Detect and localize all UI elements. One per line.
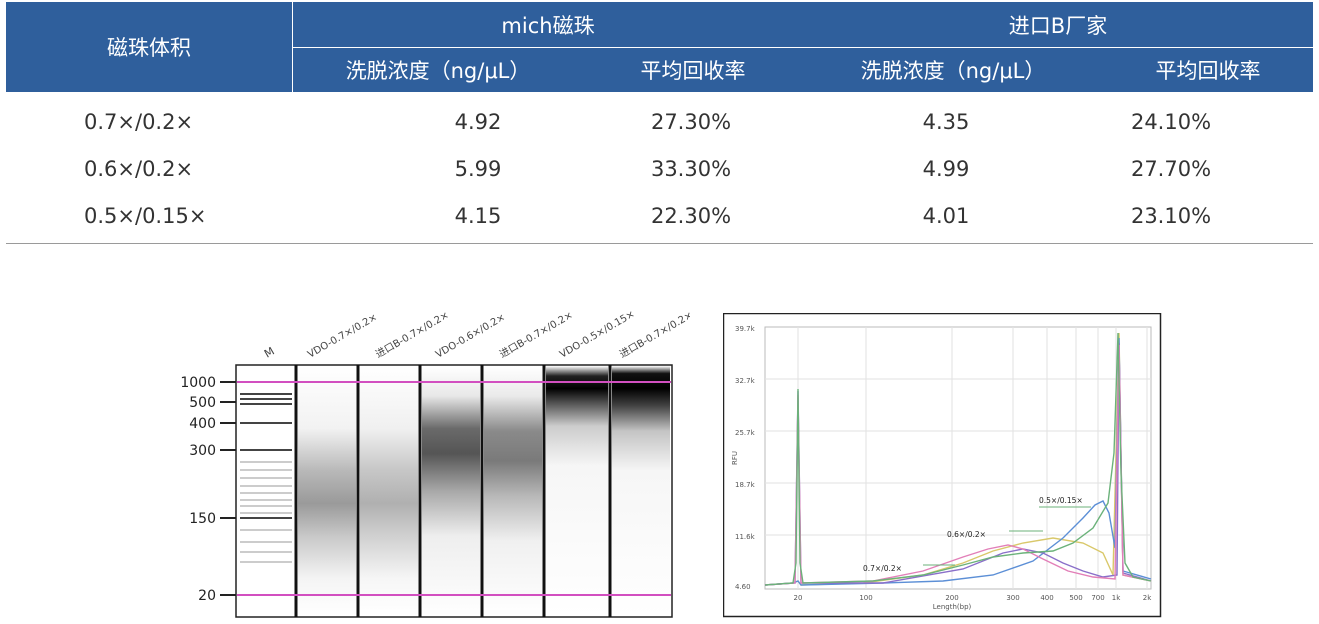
cell-import-conc: 4.01 [922, 203, 970, 228]
ep-x-tick: 1k [1112, 594, 1121, 602]
gel-lane-label: M [262, 345, 277, 361]
ep-x-tick: 2k [1143, 594, 1152, 602]
ep-annotation-05: 0.5×/0.15× [1039, 496, 1083, 505]
ep-y-label: RFU [731, 451, 739, 465]
cell-import-recovery: 24.10% [1130, 109, 1212, 134]
ep-x-label: Length(bp) [933, 603, 972, 611]
cell-volume: 0.5×/0.15× [84, 203, 207, 228]
gel-lane [484, 366, 542, 616]
ep-y-tick: 25.7k [735, 429, 756, 437]
ep-x-tick: 400 [1040, 594, 1053, 602]
table-header: 磁珠体积 mich磁珠 进口B厂家 洗脱浓度（ng/μL） 平均回收率 洗脱浓度… [6, 2, 1313, 92]
gel-lane [422, 366, 480, 616]
gel-size-label: 20 [198, 588, 216, 604]
cell-import-conc: 4.99 [922, 156, 970, 181]
gel-lane [612, 366, 670, 616]
gel-size-label: 500 [189, 395, 216, 411]
cell-mich-recovery: 33.30% [650, 156, 732, 181]
table-row: 0.5×/0.15× 4.15 22.30% 4.01 23.10% [6, 192, 1313, 239]
ep-y-tick: 18.7k [735, 481, 756, 489]
gel-image: M VDO-0.7×/0.2× 进口B-0.7×/0.2× VDO-0.6×/0… [170, 290, 695, 620]
cell-volume: 0.6×/0.2× [84, 156, 194, 181]
header-mich-conc: 洗脱浓度（ng/μL） [345, 59, 531, 83]
gel-lane [298, 366, 356, 616]
cell-mich-conc: 5.99 [454, 156, 502, 181]
gel-lane [360, 366, 418, 616]
cell-mich-recovery: 27.30% [650, 109, 732, 134]
recovery-table: 磁珠体积 mich磁珠 进口B厂家 洗脱浓度（ng/μL） 平均回收率 洗脱浓度… [6, 2, 1313, 239]
table-row: 0.7×/0.2× 4.92 27.30% 4.35 24.10% [6, 98, 1313, 145]
cell-import-recovery: 27.70% [1130, 156, 1212, 181]
ep-x-tick: 200 [945, 594, 958, 602]
header-mich-recovery: 平均回收率 [640, 59, 746, 83]
gel-size-label: 400 [189, 416, 216, 432]
ep-y-tick: 11.6k [735, 533, 756, 541]
ep-annotation-07: 0.7×/0.2× [863, 564, 902, 573]
gel-size-label: 150 [189, 511, 216, 527]
cell-import-recovery: 23.10% [1130, 203, 1212, 228]
electropherogram: 39.7k 32.7k 25.7k 18.7k 11.6k 4.60 RFU 2… [722, 312, 1163, 618]
header-import-conc: 洗脱浓度（ng/μL） [860, 59, 1046, 83]
gel-lane [546, 366, 608, 616]
ep-x-tick: 20 [794, 594, 803, 602]
cell-mich-conc: 4.15 [454, 203, 502, 228]
ep-y-tick: 39.7k [735, 325, 756, 333]
ep-annotation-06: 0.6×/0.2× [947, 530, 986, 539]
gel-size-label: 1000 [180, 375, 216, 391]
header-group-import: 进口B厂家 [1008, 13, 1108, 38]
table-bottom-rule [6, 243, 1313, 244]
cell-mich-recovery: 22.30% [650, 203, 732, 228]
gel-lane-label: VDO-0.7×/0.2× [306, 312, 379, 361]
table-row: 0.6×/0.2× 5.99 33.30% 4.99 27.70% [6, 145, 1313, 192]
cell-volume: 0.7×/0.2× [84, 109, 194, 134]
ep-x-tick: 100 [859, 594, 872, 602]
gel-tick-marks [220, 381, 236, 596]
ep-x-tick: 700 [1091, 594, 1104, 602]
ep-y-tick: 32.7k [735, 377, 756, 385]
gel-size-label: 300 [189, 443, 216, 459]
header-import-recovery: 平均回收率 [1155, 59, 1261, 83]
cell-mich-conc: 4.92 [454, 109, 502, 134]
header-volume: 磁珠体积 [107, 36, 191, 60]
ep-x-tick: 500 [1069, 594, 1082, 602]
ep-y-tick: 4.60 [735, 583, 751, 591]
header-group-mich: mich磁珠 [501, 13, 595, 38]
ep-x-tick: 300 [1006, 594, 1019, 602]
cell-import-conc: 4.35 [922, 109, 970, 134]
